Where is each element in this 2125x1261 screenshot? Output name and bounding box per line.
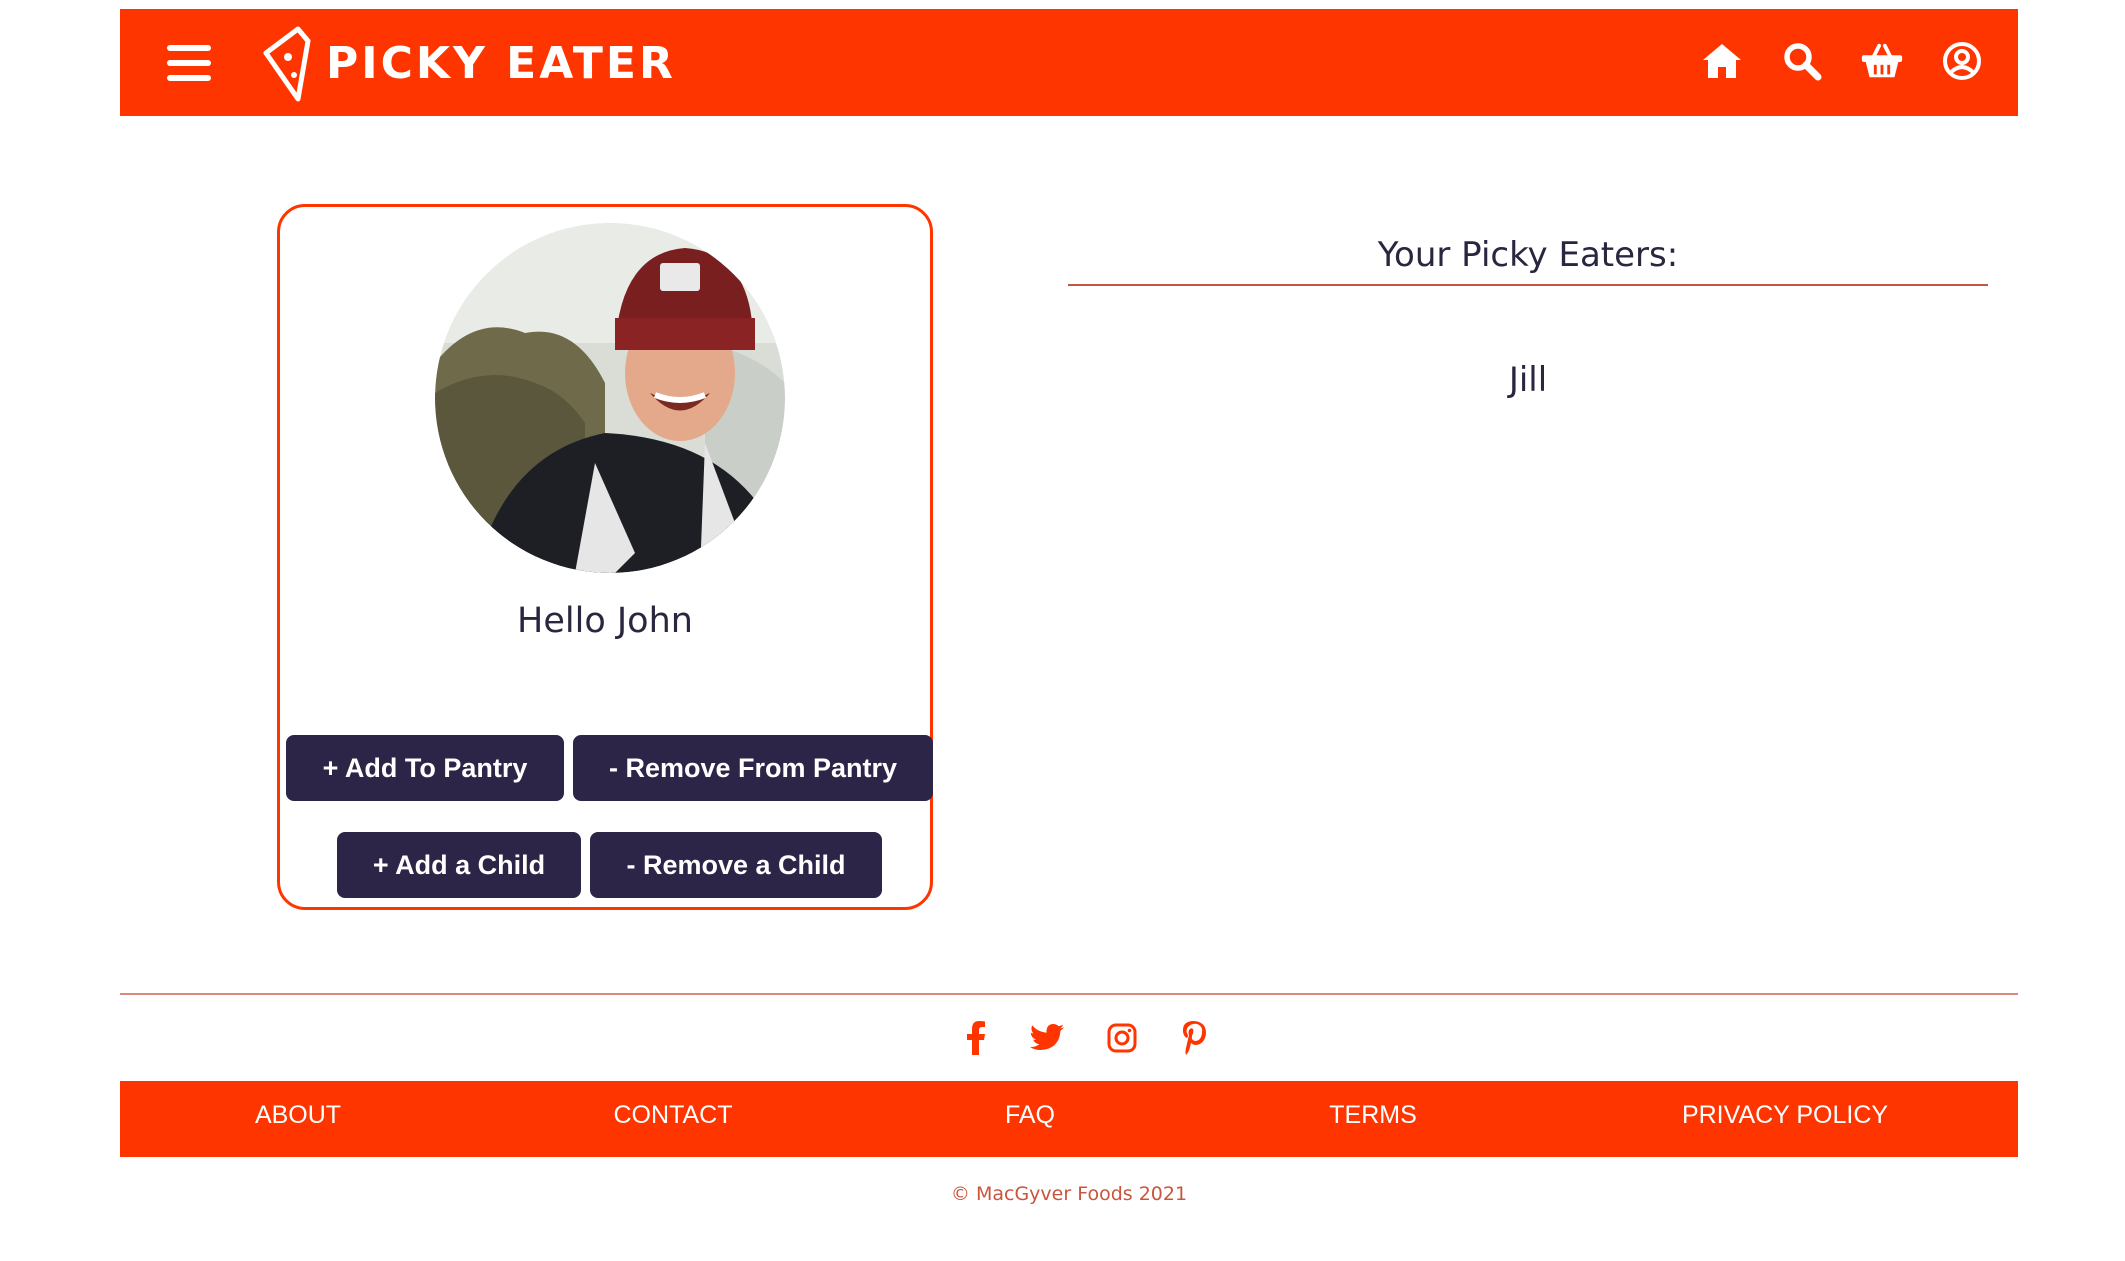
add-to-pantry-button[interactable]: + Add To Pantry	[286, 735, 564, 801]
greeting: Hello John	[517, 601, 693, 641]
top-navbar: PICKY EATER	[120, 9, 2018, 116]
hamburger-menu-icon[interactable]	[167, 45, 211, 81]
copyright-text: © MacGyver Foods 2021	[950, 1183, 1188, 1205]
instagram-icon[interactable]	[1102, 1018, 1142, 1058]
pinterest-icon[interactable]	[1174, 1018, 1214, 1058]
basket-icon[interactable]	[1860, 39, 1904, 83]
facebook-icon[interactable]	[956, 1018, 996, 1058]
brand-logo[interactable]: PICKY EATER	[258, 23, 676, 105]
footer-nav: ABOUT CONTACT FAQ TERMS PRIVACY POLICY	[120, 1081, 2018, 1157]
pizza-slice-logo-icon	[263, 26, 311, 102]
home-icon[interactable]	[1700, 39, 1744, 83]
picky-eaters-heading: Your Picky Eaters:	[1377, 235, 1679, 275]
profile-card: Hello John + Add To Pantry - Remove From…	[277, 204, 933, 910]
social-links	[120, 1018, 2018, 1062]
user-circle-icon[interactable]	[1940, 39, 1984, 83]
add-child-button[interactable]: + Add a Child	[337, 832, 581, 898]
footer-divider	[120, 993, 2018, 995]
twitter-icon[interactable]	[1027, 1018, 1067, 1058]
divider	[1068, 284, 1988, 286]
footer-link-faq[interactable]: FAQ	[1005, 1101, 1055, 1130]
avatar	[435, 223, 785, 573]
picky-eater-item[interactable]: Jill	[1068, 360, 1988, 400]
footer-link-privacy-policy[interactable]: PRIVACY POLICY	[1682, 1101, 1888, 1130]
search-icon[interactable]	[1780, 39, 1824, 83]
footer-link-about[interactable]: ABOUT	[255, 1101, 341, 1130]
remove-from-pantry-button[interactable]: - Remove From Pantry	[573, 735, 933, 801]
footer-link-terms[interactable]: TERMS	[1329, 1101, 1417, 1130]
footer-link-contact[interactable]: CONTACT	[614, 1101, 733, 1130]
remove-child-button[interactable]: - Remove a Child	[590, 832, 882, 898]
brand-name: PICKY EATER	[326, 38, 676, 89]
page: PICKY EATER Hello John + Add To Pantry -…	[120, 0, 2018, 1261]
nav-icons	[1700, 39, 1984, 83]
